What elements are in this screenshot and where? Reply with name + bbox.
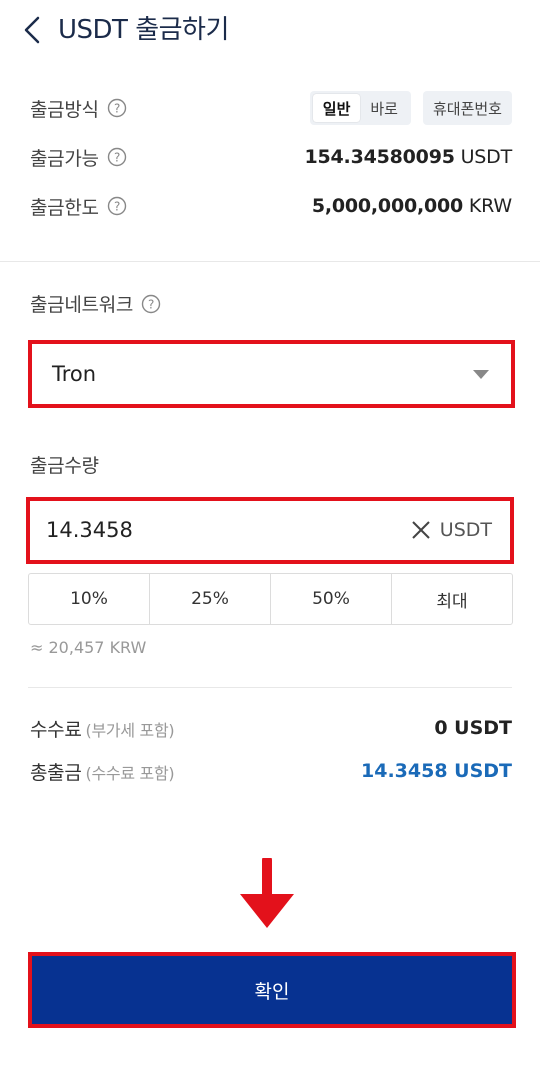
arrow-down-icon: [240, 858, 294, 928]
total-label: 총출금: [30, 761, 82, 784]
max-button[interactable]: 최대: [392, 574, 512, 624]
svg-text:?: ?: [114, 102, 120, 116]
help-icon[interactable]: ?: [107, 147, 127, 167]
amount-label: 출금수량: [30, 455, 99, 477]
svg-text:?: ?: [114, 151, 120, 165]
confirm-label: 확인: [254, 980, 290, 1003]
svg-text:?: ?: [114, 200, 120, 214]
network-select[interactable]: Tron: [28, 340, 515, 408]
limit-row: 출금한도 ? 5,000,000,000 KRW: [30, 189, 512, 223]
help-icon[interactable]: ?: [107, 196, 127, 216]
amount-field: USDT: [26, 497, 514, 564]
withdraw-page: USDT 출금하기 출금방식 ? 일반 바로 휴대폰번호 출금가능 ? 154.…: [0, 0, 540, 1075]
total-note: (수수료 포함): [85, 763, 175, 783]
pct-25-button[interactable]: 25%: [150, 574, 271, 624]
method-instant-button[interactable]: 바로: [360, 94, 408, 122]
clear-icon[interactable]: [410, 519, 432, 541]
confirm-button[interactable]: 확인: [28, 952, 516, 1028]
withdraw-method-label: 출금방식: [30, 98, 99, 121]
svg-text:?: ?: [148, 297, 154, 311]
fee-row: 수수료 (부가세 포함) 0 USDT: [30, 710, 512, 746]
header: USDT 출금하기: [0, 0, 540, 60]
caret-down-icon: [473, 370, 489, 379]
amount-input[interactable]: [46, 501, 346, 560]
fee-value: 0 USDT: [434, 717, 512, 739]
approx-krw: ≈ 20,457 KRW: [30, 638, 147, 657]
limit-value: 5,000,000,000 KRW: [311, 195, 512, 217]
total-row: 총출금 (수수료 포함) 14.3458 USDT: [30, 753, 512, 789]
total-value: 14.3458 USDT: [361, 760, 512, 782]
fee-note: (부가세 포함): [85, 720, 175, 740]
chevron-left-icon: [24, 16, 40, 44]
available-label: 출금가능: [30, 147, 99, 170]
method-toggle: 일반 바로: [309, 91, 411, 125]
limit-label: 출금한도: [30, 196, 99, 219]
page-title: USDT 출금하기: [58, 15, 229, 45]
available-row: 출금가능 ? 154.34580095 USDT: [30, 140, 512, 174]
back-button[interactable]: [16, 12, 48, 48]
phone-number-button[interactable]: 휴대폰번호: [422, 91, 512, 125]
pct-10-button[interactable]: 10%: [29, 574, 150, 624]
amount-unit: USDT: [439, 519, 492, 541]
network-selected-value: Tron: [52, 362, 97, 386]
divider: [28, 687, 512, 688]
pct-50-button[interactable]: 50%: [271, 574, 392, 624]
network-label: 출금네트워크: [30, 294, 134, 316]
withdraw-method-row: 출금방식 ? 일반 바로 휴대폰번호: [30, 91, 512, 125]
help-icon[interactable]: ?: [141, 294, 161, 314]
fee-label: 수수료: [30, 718, 82, 741]
divider: [0, 261, 540, 262]
help-icon[interactable]: ?: [107, 98, 127, 118]
available-value: 154.34580095 USDT: [304, 146, 513, 168]
method-normal-button[interactable]: 일반: [312, 94, 361, 122]
quick-amount-buttons: 10% 25% 50% 최대: [28, 573, 513, 625]
